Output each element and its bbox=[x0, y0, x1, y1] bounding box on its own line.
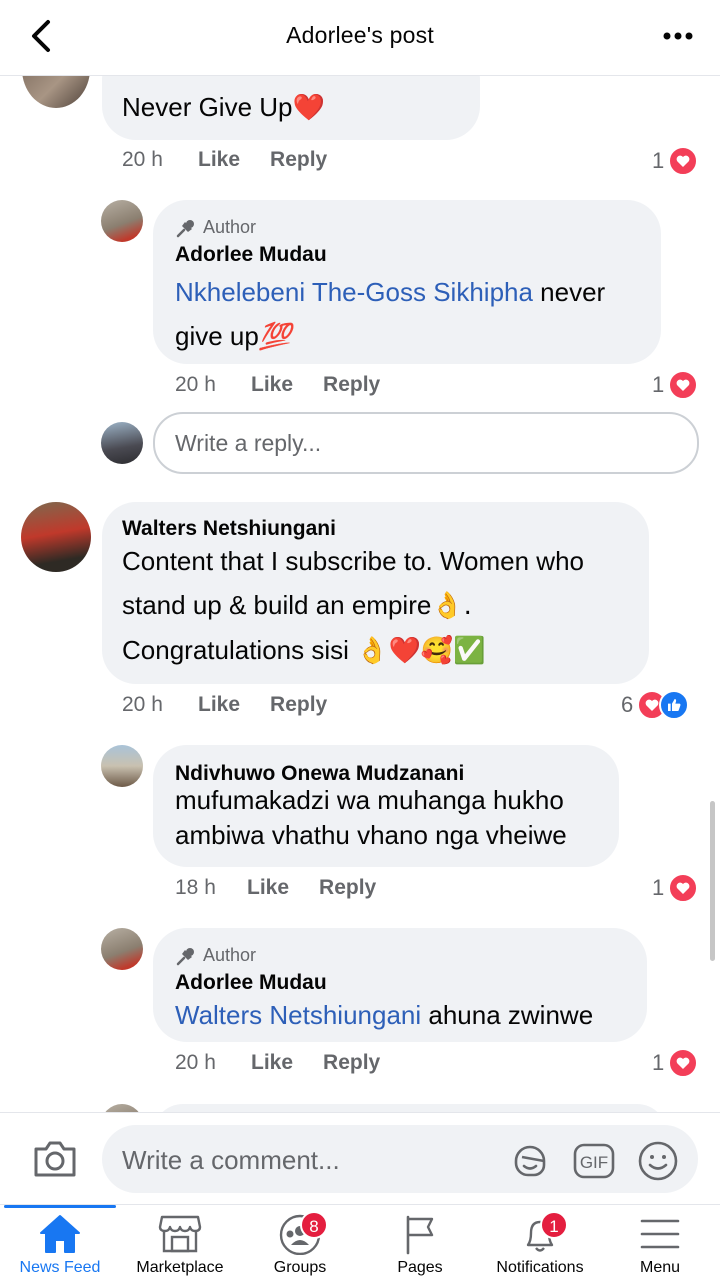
love-reaction-icon bbox=[668, 1048, 699, 1078]
comment-input[interactable]: Write a comment... GIF bbox=[102, 1125, 698, 1193]
tab-menu[interactable]: Menu bbox=[600, 1205, 720, 1280]
avatar[interactable] bbox=[22, 76, 90, 108]
mention-link[interactable]: Nkhelebeni The-Goss Sikhipha bbox=[175, 277, 533, 307]
comment-text: Walters Netshiungani ahuna zwinwe bbox=[175, 1000, 594, 1030]
reaction-summary[interactable]: 1 bbox=[652, 1048, 699, 1078]
active-tab-indicator bbox=[4, 1205, 116, 1208]
home-icon bbox=[38, 1213, 82, 1255]
comment-meta: 20 h Like Reply bbox=[122, 693, 357, 717]
comment-text: Content that I subscribe to. Women who s… bbox=[122, 546, 584, 666]
comment-meta: 20 h Like Reply bbox=[122, 148, 357, 172]
timestamp: 20 h bbox=[122, 148, 163, 171]
commenter-name[interactable]: Adorlee Mudau bbox=[175, 243, 327, 267]
reaction-summary[interactable]: 1 bbox=[652, 370, 699, 400]
microphone-icon bbox=[176, 219, 194, 237]
mention-link[interactable]: Walters Netshiungani bbox=[175, 1000, 421, 1030]
notifications-badge: 1 bbox=[540, 1211, 568, 1239]
commenter-name[interactable]: Adorlee Mudau bbox=[175, 971, 327, 995]
hamburger-icon bbox=[638, 1213, 682, 1255]
microphone-icon bbox=[176, 947, 194, 965]
commenter-name[interactable]: Walters Netshiungani bbox=[122, 517, 336, 541]
pages-flag-icon bbox=[398, 1213, 442, 1255]
scrollbar[interactable] bbox=[710, 801, 715, 961]
like-button[interactable]: Like bbox=[198, 148, 240, 172]
comment-meta: 20 h Like Reply bbox=[175, 373, 410, 397]
comment-text: Never Give Up❤️ bbox=[122, 92, 325, 123]
like-button[interactable]: Like bbox=[251, 1051, 293, 1075]
reply-button[interactable]: Reply bbox=[270, 148, 327, 172]
reaction-summary[interactable]: 1 bbox=[652, 146, 699, 176]
comment-meta: 18 h Like Reply bbox=[175, 876, 406, 900]
love-reaction-icon bbox=[668, 146, 699, 176]
tab-pages[interactable]: Pages bbox=[360, 1205, 480, 1280]
reaction-count: 1 bbox=[652, 1050, 665, 1075]
sticker-icon[interactable] bbox=[508, 1139, 552, 1183]
bottom-tab-bar: News Feed Marketplace 8 Groups Pages 1 N… bbox=[0, 1204, 720, 1280]
reply-button[interactable]: Reply bbox=[323, 373, 380, 397]
reaction-count: 1 bbox=[652, 372, 665, 397]
comment-text: mufumakadzi wa muhanga hukho ambiwa vhat… bbox=[175, 785, 567, 850]
author-tag: Author bbox=[175, 945, 256, 966]
like-reaction-icon bbox=[659, 690, 690, 720]
tab-notifications[interactable]: 1 Notifications bbox=[480, 1205, 600, 1280]
comment-bubble: Ndivhuwo Onewa Mudzanani mufumakadzi wa … bbox=[153, 745, 619, 867]
comment-meta: 20 h Like Reply bbox=[175, 1051, 410, 1075]
comments-list: Never Give Up❤️ 20 h Like Reply 1 Author… bbox=[0, 76, 720, 1112]
timestamp: 20 h bbox=[175, 373, 216, 396]
timestamp: 18 h bbox=[175, 876, 216, 899]
author-tag: Author bbox=[175, 217, 256, 238]
like-button[interactable]: Like bbox=[247, 876, 289, 900]
timestamp: 20 h bbox=[122, 693, 163, 716]
love-reaction-icon bbox=[668, 370, 699, 400]
comment-bubble: Never Give Up❤️ bbox=[102, 76, 480, 140]
avatar[interactable] bbox=[101, 200, 143, 242]
comment-composer: Write a comment... GIF bbox=[0, 1112, 720, 1204]
emoji-icon[interactable] bbox=[636, 1139, 680, 1183]
avatar[interactable] bbox=[101, 928, 143, 970]
current-user-avatar bbox=[101, 422, 143, 464]
tab-groups[interactable]: 8 Groups bbox=[240, 1205, 360, 1280]
timestamp: 20 h bbox=[175, 1051, 216, 1074]
reaction-count: 6 bbox=[621, 692, 634, 717]
avatar[interactable] bbox=[21, 502, 91, 572]
love-reaction-icon bbox=[668, 873, 699, 903]
marketplace-icon bbox=[158, 1213, 202, 1255]
reply-button[interactable]: Reply bbox=[270, 693, 327, 717]
camera-icon[interactable] bbox=[32, 1137, 78, 1181]
like-button[interactable]: Like bbox=[251, 373, 293, 397]
reply-button[interactable]: Reply bbox=[319, 876, 376, 900]
reaction-count: 1 bbox=[652, 875, 665, 900]
more-options-icon[interactable] bbox=[662, 22, 694, 50]
top-bar: Adorlee's post bbox=[0, 0, 720, 76]
reaction-count: 1 bbox=[652, 148, 665, 173]
reply-button[interactable]: Reply bbox=[323, 1051, 380, 1075]
gif-icon[interactable]: GIF bbox=[572, 1139, 616, 1183]
reaction-summary[interactable]: 6 bbox=[621, 690, 690, 720]
avatar[interactable] bbox=[101, 745, 143, 787]
comment-bubble bbox=[153, 1104, 667, 1112]
svg-text:GIF: GIF bbox=[580, 1153, 608, 1172]
reaction-summary[interactable]: 1 bbox=[652, 873, 699, 903]
like-button[interactable]: Like bbox=[198, 693, 240, 717]
avatar[interactable] bbox=[101, 1104, 143, 1112]
reply-input[interactable]: Write a reply... bbox=[153, 412, 699, 474]
page-title: Adorlee's post bbox=[286, 22, 434, 48]
comment-bubble: Walters Netshiungani Content that I subs… bbox=[102, 502, 649, 684]
groups-badge: 8 bbox=[300, 1211, 328, 1239]
tab-marketplace[interactable]: Marketplace bbox=[120, 1205, 240, 1280]
comment-bubble: Author Adorlee Mudau Walters Netshiungan… bbox=[153, 928, 647, 1042]
tab-news-feed[interactable]: News Feed bbox=[0, 1205, 120, 1280]
comment-bubble: Author Adorlee Mudau Nkhelebeni The-Goss… bbox=[153, 200, 661, 364]
comment-text: Nkhelebeni The-Goss Sikhipha never give u… bbox=[175, 277, 606, 352]
